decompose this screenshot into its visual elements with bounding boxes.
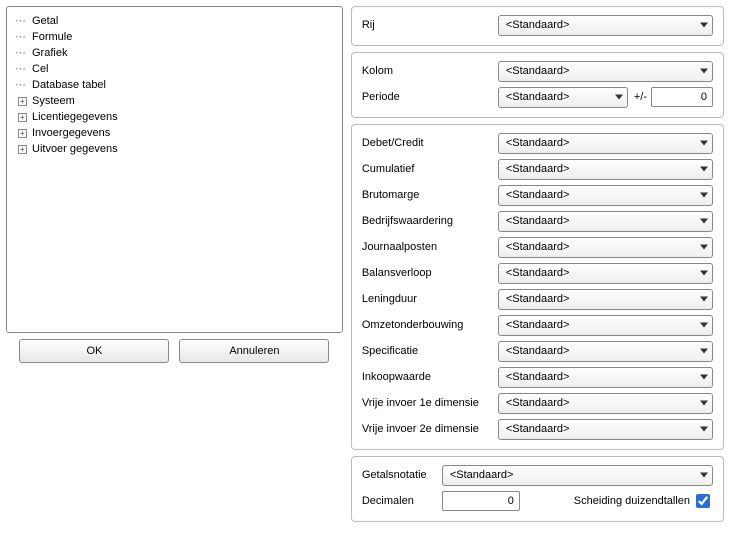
kolom-combo[interactable]: <Standaard> bbox=[498, 61, 713, 82]
tree-item-label: Formule bbox=[32, 29, 72, 45]
periode-combo[interactable]: <Standaard> bbox=[498, 87, 628, 108]
inkoopwaarde-combo[interactable]: <Standaard> bbox=[498, 367, 713, 388]
tree-item-label: Database tabel bbox=[32, 77, 106, 93]
tree-connector: ⋯ bbox=[15, 29, 27, 45]
tree-connector: ⋯ bbox=[15, 45, 27, 61]
leningduur-label: Leningduur bbox=[362, 293, 498, 305]
periode-plusminus-label: +/- bbox=[634, 91, 647, 103]
tree-item[interactable]: ⋯ Getal bbox=[15, 13, 334, 29]
ok-button[interactable]: OK bbox=[19, 339, 169, 363]
chevron-down-icon bbox=[700, 473, 708, 478]
debetcredit-label: Debet/Credit bbox=[362, 137, 498, 149]
decimalen-input[interactable] bbox=[442, 491, 520, 511]
tree-item-label: Systeem bbox=[32, 93, 75, 109]
chevron-down-icon bbox=[700, 349, 708, 354]
expand-icon[interactable]: + bbox=[18, 113, 27, 122]
tree-item-label: Uitvoer gegevens bbox=[32, 141, 118, 157]
cumulatief-label: Cumulatief bbox=[362, 163, 498, 175]
expand-icon[interactable]: + bbox=[18, 129, 27, 138]
chevron-down-icon bbox=[700, 245, 708, 250]
expand-icon[interactable]: + bbox=[18, 145, 27, 154]
chevron-down-icon bbox=[700, 141, 708, 146]
rij-label: Rij bbox=[362, 19, 498, 31]
rij-combo[interactable]: <Standaard> bbox=[498, 15, 713, 36]
chevron-down-icon bbox=[700, 69, 708, 74]
omzetonderbouwing-combo[interactable]: <Standaard> bbox=[498, 315, 713, 336]
balansverloop-combo[interactable]: <Standaard> bbox=[498, 263, 713, 284]
tree-item-label: Licentiegegevens bbox=[32, 109, 118, 125]
chevron-down-icon bbox=[700, 193, 708, 198]
group-main-settings: Debet/Credit <Standaard> Cumulatief <Sta… bbox=[351, 124, 724, 450]
tree-item-label: Grafiek bbox=[32, 45, 67, 61]
omzetonderbouwing-label: Omzetonderbouwing bbox=[362, 319, 498, 331]
cumulatief-combo[interactable]: <Standaard> bbox=[498, 159, 713, 180]
chevron-down-icon bbox=[700, 297, 708, 302]
chevron-down-icon bbox=[700, 167, 708, 172]
chevron-down-icon bbox=[700, 219, 708, 224]
tree-item-label: Invoergegevens bbox=[32, 125, 110, 141]
tree-item[interactable]: ⋯ Grafiek bbox=[15, 45, 334, 61]
journaalposten-combo[interactable]: <Standaard> bbox=[498, 237, 713, 258]
vrije1-label: Vrije invoer 1e dimensie bbox=[362, 397, 498, 409]
tree-item[interactable]: ⋯ Cel bbox=[15, 61, 334, 77]
periode-label: Periode bbox=[362, 91, 498, 103]
tree-item-label: Cel bbox=[32, 61, 49, 77]
bedrijfswaardering-combo[interactable]: <Standaard> bbox=[498, 211, 713, 232]
group-rij: Rij <Standaard> bbox=[351, 6, 724, 46]
kolom-label: Kolom bbox=[362, 65, 498, 77]
journaalposten-label: Journaalposten bbox=[362, 241, 498, 253]
bedrijfswaardering-label: Bedrijfswaardering bbox=[362, 215, 498, 227]
tree-panel: ⋯ Getal ⋯ Formule ⋯ Grafiek ⋯ Cel ⋯ Data… bbox=[6, 6, 343, 333]
inkoopwaarde-label: Inkoopwaarde bbox=[362, 371, 498, 383]
brutomarge-combo[interactable]: <Standaard> bbox=[498, 185, 713, 206]
chevron-down-icon bbox=[615, 95, 623, 100]
scheiding-label: Scheiding duizendtallen bbox=[574, 495, 690, 507]
tree-connector: ⋯ bbox=[15, 13, 27, 29]
tree-item[interactable]: + Systeem bbox=[15, 93, 334, 109]
chevron-down-icon bbox=[700, 401, 708, 406]
leningduur-combo[interactable]: <Standaard> bbox=[498, 289, 713, 310]
tree-item[interactable]: ⋯ Database tabel bbox=[15, 77, 334, 93]
chevron-down-icon bbox=[700, 427, 708, 432]
vrije2-label: Vrije invoer 2e dimensie bbox=[362, 423, 498, 435]
tree-item[interactable]: + Invoergegevens bbox=[15, 125, 334, 141]
group-kolom-periode: Kolom <Standaard> Periode <Standaard> +/… bbox=[351, 52, 724, 118]
tree-item[interactable]: + Uitvoer gegevens bbox=[15, 141, 334, 157]
tree-item[interactable]: + Licentiegegevens bbox=[15, 109, 334, 125]
debetcredit-combo[interactable]: <Standaard> bbox=[498, 133, 713, 154]
scheiding-checkbox[interactable] bbox=[696, 494, 710, 508]
specificatie-label: Specificatie bbox=[362, 345, 498, 357]
expand-icon[interactable]: + bbox=[18, 97, 27, 106]
tree-connector: ⋯ bbox=[15, 77, 27, 93]
decimalen-label: Decimalen bbox=[362, 495, 442, 507]
periode-offset-input[interactable] bbox=[651, 87, 713, 107]
tree-item[interactable]: ⋯ Formule bbox=[15, 29, 334, 45]
rij-combo-value: <Standaard> bbox=[506, 19, 570, 31]
chevron-down-icon bbox=[700, 23, 708, 28]
chevron-down-icon bbox=[700, 323, 708, 328]
getalsnotatie-combo[interactable]: <Standaard> bbox=[442, 465, 713, 486]
getalsnotatie-label: Getalsnotatie bbox=[362, 469, 442, 481]
brutomarge-label: Brutomarge bbox=[362, 189, 498, 201]
chevron-down-icon bbox=[700, 375, 708, 380]
specificatie-combo[interactable]: <Standaard> bbox=[498, 341, 713, 362]
vrije1-combo[interactable]: <Standaard> bbox=[498, 393, 713, 414]
tree-item-label: Getal bbox=[32, 13, 58, 29]
cancel-button[interactable]: Annuleren bbox=[179, 339, 329, 363]
periode-combo-value: <Standaard> bbox=[506, 91, 570, 103]
vrije2-combo[interactable]: <Standaard> bbox=[498, 419, 713, 440]
kolom-combo-value: <Standaard> bbox=[506, 65, 570, 77]
tree-connector: ⋯ bbox=[15, 61, 27, 77]
balansverloop-label: Balansverloop bbox=[362, 267, 498, 279]
chevron-down-icon bbox=[700, 271, 708, 276]
group-getalsnotatie: Getalsnotatie <Standaard> Decimalen Sche… bbox=[351, 456, 724, 522]
